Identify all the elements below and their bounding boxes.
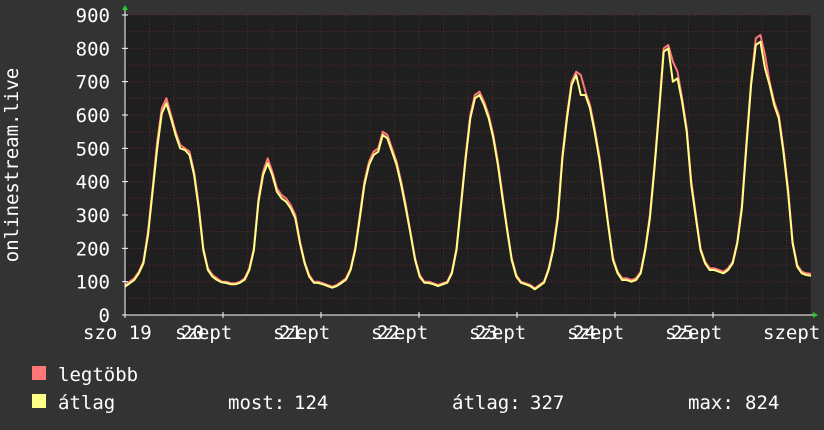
y-tick-label: 400 [76, 172, 110, 194]
y-tick-label: 700 [76, 72, 110, 94]
stat-max-value: 824 [745, 392, 779, 414]
x-tick-label: 20 [181, 322, 204, 344]
x-tick-label: 23 [475, 322, 498, 344]
y-tick-label: 500 [76, 138, 110, 160]
x-tick-label: 24 [573, 322, 596, 344]
stat-most-value: 124 [294, 392, 328, 414]
stat-most-label: most: [228, 392, 285, 414]
legend-label-max: legtöbb [58, 364, 138, 386]
y-axis-label: onlinestream.live [1, 68, 23, 262]
stat-max-label: max: [688, 392, 734, 414]
y-tick-label: 100 [76, 272, 110, 294]
x-tick-label: 25 [671, 322, 694, 344]
y-tick-label: 200 [76, 238, 110, 260]
traffic-chart: 0100200300400500600700800900 szo 19 szept… [0, 0, 824, 430]
x-tick-label: 21 [279, 322, 302, 344]
y-tick-label: 300 [76, 205, 110, 227]
chart-container: 0 100 200 300 400 500 600 700 800 900 szo 19 szept… [0, 0, 824, 430]
y-tick-label: 900 [76, 5, 110, 27]
legend-swatch-avg [32, 394, 46, 408]
x-tick-label: 22 [377, 322, 400, 344]
legend-label-avg: átlag [58, 392, 115, 414]
stat-avg-label: átlag: [452, 392, 521, 414]
stat-avg-value: 327 [530, 392, 564, 414]
y-tick-label: 600 [76, 105, 110, 127]
x-tick-label: szo 19 [83, 322, 152, 344]
y-tick-label: 800 [76, 38, 110, 60]
legend-swatch-max [32, 366, 46, 380]
x-tick-label: szept [763, 322, 820, 344]
